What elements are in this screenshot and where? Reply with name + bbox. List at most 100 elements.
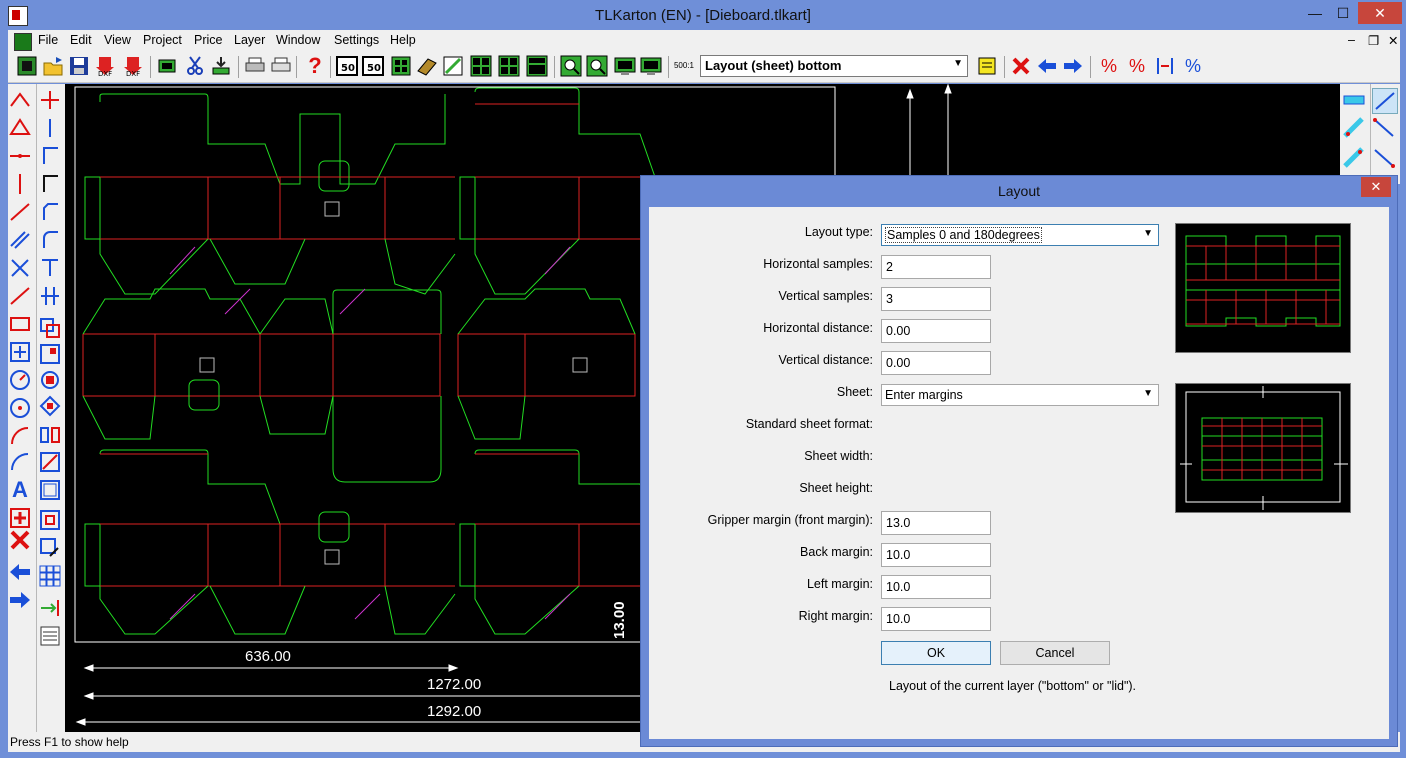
cancel-button[interactable]: Cancel	[1000, 641, 1110, 665]
mdi-restore-button[interactable]: ❐	[1368, 33, 1379, 48]
ok-button[interactable]: OK	[881, 641, 991, 665]
ruler-tool-icon[interactable]	[1342, 88, 1366, 112]
right-margin-input[interactable]: 10.0	[881, 607, 991, 631]
menu-price[interactable]: Price	[194, 33, 222, 47]
delete-tool-icon[interactable]	[8, 528, 32, 552]
export-dxf-icon[interactable]: DXF	[94, 55, 116, 78]
minimize-button[interactable]: —	[1302, 2, 1328, 24]
round-corner-tool-icon[interactable]	[38, 228, 62, 252]
close-button[interactable]: ✕	[1358, 2, 1402, 24]
layout-icon[interactable]	[470, 55, 492, 77]
menu-window[interactable]: Window	[276, 33, 320, 47]
layer-icon[interactable]	[416, 55, 438, 77]
counter-50-icon[interactable]: 50	[336, 55, 358, 77]
menu-view[interactable]: View	[104, 33, 131, 47]
vertical-line-tool-icon[interactable]	[8, 172, 32, 196]
import-dxf-icon[interactable]: DXF	[122, 55, 144, 78]
fold-icon[interactable]	[442, 55, 464, 77]
table-icon[interactable]	[526, 55, 548, 77]
sheet-select[interactable]: Enter margins ▼	[881, 384, 1159, 406]
arc-tool-icon[interactable]	[8, 424, 32, 448]
menu-project[interactable]: Project	[143, 33, 182, 47]
counter-50-alt-icon[interactable]: 50	[362, 55, 384, 77]
zoom-out-icon[interactable]	[560, 55, 582, 77]
offset-tool-icon[interactable]	[38, 508, 62, 532]
zoom-all-icon[interactable]	[640, 55, 662, 77]
frame-tool-icon[interactable]	[38, 478, 62, 502]
line-point-tool-icon[interactable]	[1372, 116, 1396, 140]
measure-tool-icon[interactable]	[38, 624, 62, 648]
document-icon[interactable]	[14, 33, 32, 51]
sheet-icon[interactable]	[156, 55, 178, 77]
horizontal-samples-input[interactable]: 2	[881, 255, 991, 279]
rotate-alt-tool-icon[interactable]	[38, 394, 62, 418]
undo-tool-icon[interactable]	[8, 560, 32, 584]
vertical-samples-input[interactable]: 3	[881, 287, 991, 311]
cross-line-tool-icon[interactable]	[8, 256, 32, 280]
layout-layer-select[interactable]: Layout (sheet) bottom ▼	[700, 55, 968, 77]
text-tool-icon[interactable]: A	[8, 478, 32, 502]
print-preview-icon[interactable]	[270, 55, 292, 77]
menu-settings[interactable]: Settings	[334, 33, 379, 47]
mirror-tool-icon[interactable]	[38, 422, 62, 446]
align-icon[interactable]	[1154, 55, 1176, 77]
mdi-close-button[interactable]: ✕	[1388, 33, 1398, 48]
dialog-close-button[interactable]: ✕	[1361, 177, 1391, 197]
menu-file[interactable]: File	[38, 33, 58, 47]
scale-tool-icon[interactable]	[38, 450, 62, 474]
horizontal-distance-input[interactable]: 0.00	[881, 319, 991, 343]
rotate-tool-icon[interactable]	[38, 368, 62, 392]
percent-alt-icon[interactable]: %	[1182, 55, 1204, 77]
cut-icon[interactable]	[184, 55, 206, 77]
array-tool-icon[interactable]	[38, 564, 62, 588]
edit-tool-icon[interactable]	[38, 536, 62, 560]
print-icon[interactable]	[244, 55, 266, 77]
align-end-tool-icon[interactable]	[38, 596, 62, 620]
double-line-tool-icon[interactable]	[38, 284, 62, 308]
polyline-tool-icon[interactable]	[8, 88, 32, 112]
notes-icon[interactable]	[976, 55, 998, 77]
bevel-tool-icon[interactable]	[38, 200, 62, 224]
zoom-in-icon[interactable]	[586, 55, 608, 77]
circle-center-tool-icon[interactable]	[8, 396, 32, 420]
app-icon[interactable]	[16, 55, 38, 77]
point-tool-icon[interactable]	[8, 144, 32, 168]
gripper-margin-input[interactable]: 13.0	[881, 511, 991, 535]
menu-help[interactable]: Help	[390, 33, 416, 47]
parallel-line-tool-icon[interactable]	[8, 228, 32, 252]
help-icon[interactable]: ?	[304, 55, 326, 77]
percent-icon[interactable]: %	[1098, 55, 1120, 77]
vertical-distance-input[interactable]: 0.00	[881, 351, 991, 375]
corner-alt-tool-icon[interactable]	[38, 172, 62, 196]
copy-tool-icon[interactable]	[38, 316, 62, 340]
rectangle-tool-icon[interactable]	[8, 312, 32, 336]
menu-layer[interactable]: Layer	[234, 33, 265, 47]
ruler-measure-tool-icon[interactable]	[1342, 146, 1366, 170]
insert-tool-icon[interactable]	[8, 506, 32, 530]
corner-tool-icon[interactable]	[38, 144, 62, 168]
line-end-tool-icon[interactable]	[1372, 146, 1396, 170]
redo-tool-icon[interactable]	[8, 588, 32, 612]
forward-icon[interactable]	[1062, 55, 1084, 77]
line-tool-icon[interactable]	[38, 116, 62, 140]
copy-grid-tool-icon[interactable]	[38, 342, 62, 366]
ruler-angle-tool-icon[interactable]	[1342, 116, 1366, 140]
triangle-tool-icon[interactable]	[8, 116, 32, 140]
back-margin-input[interactable]: 10.0	[881, 543, 991, 567]
menu-edit[interactable]: Edit	[70, 33, 92, 47]
open-icon[interactable]	[42, 55, 64, 77]
move-tool-icon[interactable]	[8, 340, 32, 364]
percent-edit-icon[interactable]: %	[1126, 55, 1148, 77]
download-icon[interactable]	[210, 55, 232, 77]
layout-type-select[interactable]: Samples 0 and 180degrees ▼	[881, 224, 1159, 246]
layout-alt-icon[interactable]	[498, 55, 520, 77]
zoom-window-icon[interactable]	[614, 55, 636, 77]
diagonal-tool-icon[interactable]	[8, 284, 32, 308]
t-tool-icon[interactable]	[38, 256, 62, 280]
scale-500-icon[interactable]: 500:1	[672, 55, 696, 77]
grid-icon[interactable]	[390, 55, 412, 77]
delete-icon[interactable]	[1010, 55, 1032, 77]
line-snap-tool-icon[interactable]	[1372, 88, 1398, 114]
crosshair-tool-icon[interactable]	[38, 88, 62, 112]
circle-tool-icon[interactable]	[8, 368, 32, 392]
